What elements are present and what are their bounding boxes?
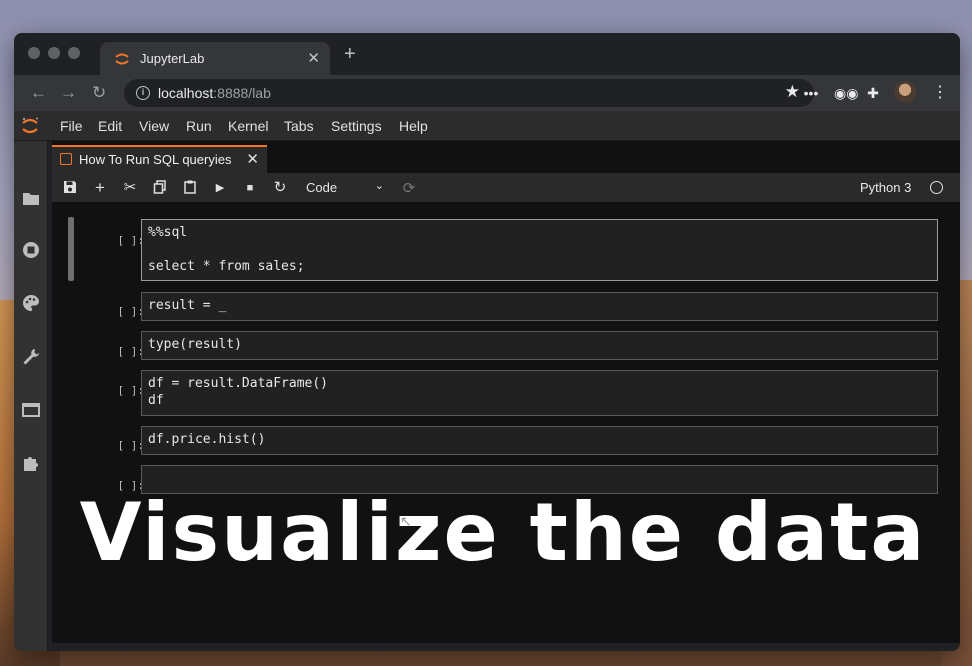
run-icon[interactable]: ▶ bbox=[212, 180, 228, 196]
interrupt-stop-icon[interactable]: ■ bbox=[242, 180, 258, 196]
browser-toolbar: ← → ↻ i localhost:8888/lab ★ ••• ◉◉ ✚ ⋮ bbox=[14, 75, 960, 111]
cut-icon[interactable]: ✂ bbox=[122, 180, 138, 196]
kernel-idle-status-icon bbox=[930, 181, 943, 194]
forward-icon[interactable]: → bbox=[60, 83, 77, 103]
open-tabs-icon[interactable] bbox=[22, 401, 40, 419]
running-kernels-stop-icon[interactable] bbox=[22, 241, 40, 259]
notebook-icon bbox=[60, 153, 72, 165]
cell-prompt: [ ]: bbox=[117, 305, 145, 318]
paste-icon[interactable] bbox=[182, 180, 198, 196]
code-cell-input[interactable]: df = result.DataFrame() df bbox=[141, 370, 938, 416]
code-cell-input[interactable]: df.price.hist() bbox=[141, 426, 938, 455]
code-line: select * from sales; bbox=[148, 259, 305, 274]
insert-cell-icon[interactable]: + bbox=[92, 179, 108, 196]
browser-tab-title: JupyterLab bbox=[140, 51, 205, 66]
address-bar[interactable]: i localhost:8888/lab ★ bbox=[124, 79, 814, 107]
extension-glasses-icon[interactable]: ◉◉ bbox=[834, 84, 858, 102]
bookmark-star-icon[interactable]: ★ bbox=[785, 82, 800, 102]
profile-avatar[interactable] bbox=[894, 81, 916, 103]
menu-file[interactable]: File bbox=[60, 118, 83, 134]
url-text: localhost:8888/lab bbox=[158, 85, 271, 101]
code-line: %%sql bbox=[148, 225, 188, 240]
chrome-menu-icon[interactable]: ⋮ bbox=[932, 82, 948, 102]
notebook-tab[interactable]: How To Run SQL queryies ✕ bbox=[52, 145, 267, 173]
code-cell-input[interactable]: %%sql select * from sales; bbox=[141, 219, 938, 281]
browser-window: JupyterLab ✕ + ← → ↻ i localhost:8888/la… bbox=[14, 33, 960, 651]
menu-tabs[interactable]: Tabs bbox=[284, 118, 314, 134]
jupyter-menubar: File Edit View Run Kernel Tabs Settings … bbox=[14, 111, 960, 141]
left-sidebar bbox=[14, 141, 48, 651]
restart-kernel-icon[interactable]: ↻ bbox=[272, 180, 288, 196]
theme-palette-icon[interactable] bbox=[22, 294, 40, 312]
extension-dots-icon[interactable]: ••• bbox=[802, 84, 820, 102]
code-line: df = result.DataFrame() bbox=[148, 376, 329, 391]
cell-prompt: [ ]: bbox=[117, 345, 145, 358]
code-line: df bbox=[148, 393, 164, 408]
active-cell-collapser[interactable] bbox=[68, 217, 74, 281]
new-tab-icon[interactable]: + bbox=[344, 43, 356, 66]
extension-manager-puzzle-icon[interactable] bbox=[22, 454, 40, 472]
cell-type-select[interactable]: Code ⌄ bbox=[302, 178, 386, 198]
copy-icon[interactable] bbox=[152, 180, 168, 196]
browser-tabstrip: JupyterLab ✕ + bbox=[14, 33, 960, 75]
cell-prompt: [ ]: bbox=[117, 234, 145, 247]
cell-prompt: [ ]: bbox=[117, 479, 145, 492]
notebook-toolbar: + ✂ ▶ ■ ↻ Code ⌄ ⟳ Python 3 bbox=[52, 173, 960, 203]
notebook-panel: [ ]: %%sql select * from sales; [ ]: res… bbox=[52, 203, 960, 643]
file-browser-folder-icon[interactable] bbox=[22, 189, 40, 207]
back-icon[interactable]: ← bbox=[30, 83, 47, 103]
notebook-tab-close-icon[interactable]: ✕ bbox=[246, 150, 259, 168]
code-line: df.price.hist() bbox=[148, 432, 266, 447]
window-close-dot[interactable] bbox=[28, 47, 40, 59]
window-maximize-dot[interactable] bbox=[68, 47, 80, 59]
extensions-puzzle-icon[interactable]: ✚ bbox=[864, 84, 882, 102]
window-minimize-dot[interactable] bbox=[48, 47, 60, 59]
cell-prompt: [ ]: bbox=[117, 439, 145, 452]
save-icon[interactable] bbox=[62, 180, 78, 196]
code-line: result = _ bbox=[148, 298, 227, 313]
reload-icon[interactable]: ↻ bbox=[92, 83, 106, 103]
chevron-down-icon: ⌄ bbox=[374, 180, 384, 192]
notebook-tab-title: How To Run SQL queryies bbox=[79, 152, 232, 167]
menu-kernel[interactable]: Kernel bbox=[228, 118, 268, 134]
cell-prompt: [ ]: bbox=[117, 384, 145, 397]
site-info-icon[interactable]: i bbox=[136, 86, 150, 100]
code-cell-input[interactable]: type(result) bbox=[141, 331, 938, 360]
jupyter-favicon-icon bbox=[115, 53, 129, 65]
cell-type-value: Code bbox=[306, 180, 338, 195]
menu-edit[interactable]: Edit bbox=[98, 118, 122, 134]
browser-tab[interactable]: JupyterLab ✕ bbox=[100, 42, 330, 75]
main-dock-panel: How To Run SQL queryies ✕ + ✂ ▶ ■ ↻ Code… bbox=[52, 141, 960, 643]
sync-icon[interactable]: ⟳ bbox=[400, 179, 418, 197]
browser-tab-close-icon[interactable]: ✕ bbox=[307, 49, 320, 67]
code-cell-input[interactable]: result = _ bbox=[141, 292, 938, 321]
kernel-name[interactable]: Python 3 bbox=[860, 180, 911, 195]
menu-run[interactable]: Run bbox=[186, 118, 212, 134]
menu-settings[interactable]: Settings bbox=[331, 118, 382, 134]
menu-help[interactable]: Help bbox=[399, 118, 428, 134]
document-tabbar: How To Run SQL queryies ✕ bbox=[52, 141, 960, 173]
commands-wrench-icon[interactable] bbox=[22, 348, 40, 366]
menu-view[interactable]: View bbox=[139, 118, 169, 134]
code-line: type(result) bbox=[148, 337, 242, 352]
mouse-cursor-icon: ↖ bbox=[400, 513, 412, 529]
jupyter-logo-icon bbox=[22, 117, 38, 134]
code-cell-input[interactable] bbox=[141, 465, 938, 494]
